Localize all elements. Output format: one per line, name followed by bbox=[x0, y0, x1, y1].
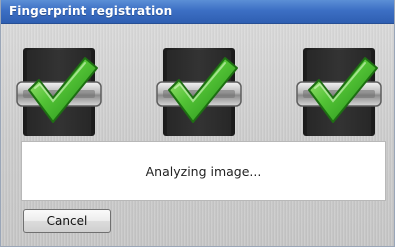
status-message: Analyzing image... bbox=[145, 163, 262, 179]
dialog-title: Fingerprint registration bbox=[9, 4, 173, 18]
status-panel: Analyzing image... bbox=[21, 141, 386, 201]
scan-step-3 bbox=[293, 44, 385, 136]
fingerprint-sensor-check-icon bbox=[16, 48, 102, 136]
scan-progress-steps bbox=[1, 44, 394, 136]
fingerprint-sensor-check-icon bbox=[156, 48, 242, 136]
scan-step-1 bbox=[13, 44, 105, 136]
scan-step-2 bbox=[153, 44, 245, 136]
cancel-button[interactable]: Cancel bbox=[23, 209, 111, 233]
title-bar: Fingerprint registration bbox=[1, 0, 394, 24]
fingerprint-sensor-check-icon bbox=[296, 48, 382, 136]
fingerprint-registration-dialog: Fingerprint registration Analyzing image… bbox=[0, 0, 395, 247]
